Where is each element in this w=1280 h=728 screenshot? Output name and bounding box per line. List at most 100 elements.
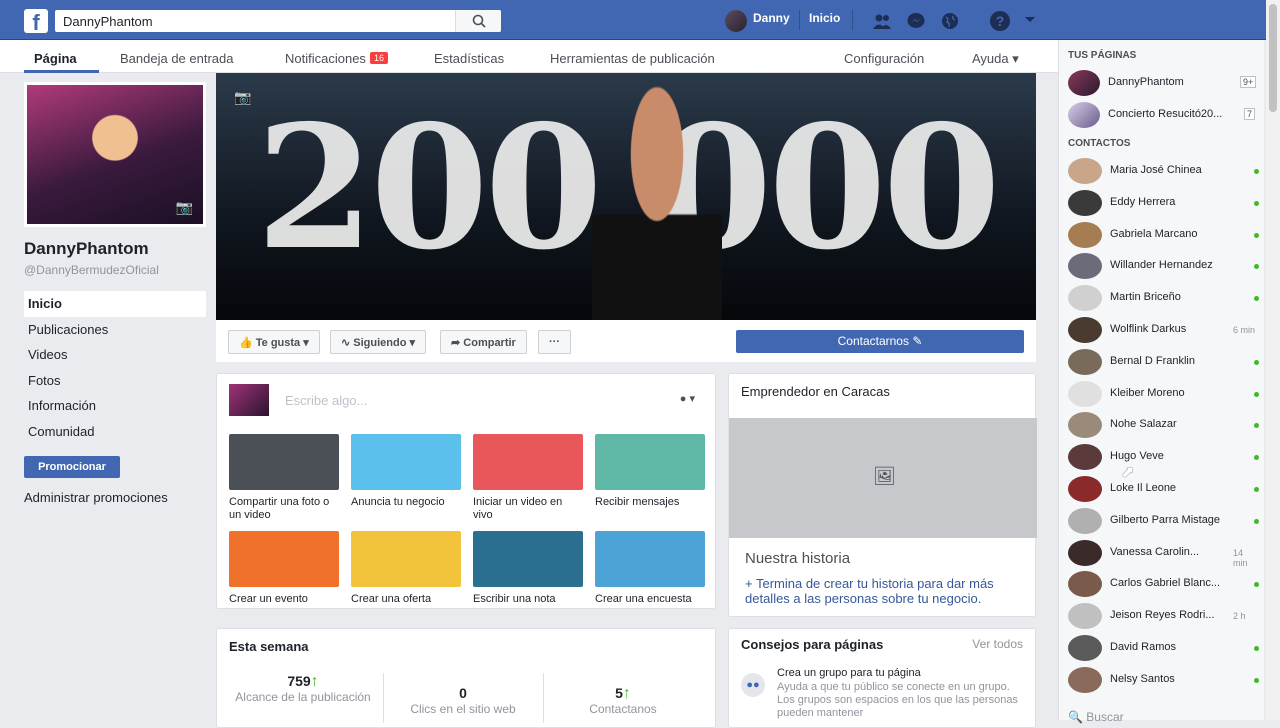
like-button[interactable]: 👍 Te gusta ▾ [228, 330, 320, 354]
contact-item[interactable]: David Ramos [1068, 635, 1259, 661]
contact-item[interactable]: Nelsy Santos [1068, 666, 1259, 693]
add-photo-area[interactable]: 🖼 [729, 418, 1037, 538]
search-button[interactable] [455, 10, 501, 32]
story-link[interactable]: + Termina de crear tu historia para dar … [745, 576, 1025, 606]
page-username[interactable]: @DannyBermudezOficial [24, 263, 206, 277]
composer-tile[interactable]: Compartir una foto o un video [229, 434, 339, 522]
nav-item-videos[interactable]: Videos [24, 342, 206, 368]
globe-icon[interactable] [940, 12, 960, 30]
user-avatar[interactable] [725, 10, 747, 32]
composer-tile[interactable]: Anuncia tu negocio [351, 434, 461, 509]
caret-down-icon[interactable] [1020, 13, 1040, 31]
composer-tile[interactable]: Crear una encuesta [595, 531, 705, 606]
chat-search-input[interactable]: 🔍 Buscar [1068, 710, 1124, 724]
profile-link[interactable]: Danny [753, 11, 790, 25]
composer-tile[interactable]: Iniciar un video en vivo [473, 434, 583, 522]
arrow-up-icon: ↑ [310, 673, 319, 690]
stat-contacts[interactable]: 5↑ Contactanos [543, 685, 703, 715]
friends-icon[interactable] [872, 12, 892, 30]
business-info-card: Emprendedor en Caracas 🖼 Nuestra histori… [728, 373, 1037, 617]
help-icon[interactable]: ? [990, 11, 1010, 31]
page-tips-card: Consejos para páginas Ver todos ●● Crea … [728, 628, 1036, 728]
contact-item[interactable]: Loke Il Leone [1068, 476, 1259, 502]
online-status-icon [1254, 487, 1259, 492]
page-item[interactable]: DannyPhantom 9+ [1068, 70, 1258, 96]
contact-item[interactable]: Wolflink Darkus 6 min [1068, 317, 1258, 343]
manage-promotions-link[interactable]: Administrar promociones [24, 490, 206, 505]
page-name[interactable]: DannyPhantom [24, 239, 206, 259]
following-button[interactable]: ∿ Siguiendo ▾ [330, 330, 427, 354]
composer-tile[interactable]: Escribir una nota [473, 531, 583, 606]
composer-input[interactable]: Escribe algo... [285, 393, 367, 408]
tab-bandeja[interactable]: Bandeja de entrada [120, 51, 233, 66]
audience-selector[interactable]: ● ▾ [680, 392, 695, 405]
page-scrollbar[interactable] [1266, 0, 1280, 720]
contact-item[interactable]: Bernal D Franklin [1068, 348, 1259, 375]
tab-configuracion[interactable]: Configuración [844, 51, 924, 66]
tile-illustration [229, 531, 339, 587]
avatar [1068, 444, 1102, 471]
contact-item[interactable]: Gabriela Marcano [1068, 221, 1259, 248]
nav-item-informacion[interactable]: Información [24, 393, 206, 419]
contact-item[interactable]: Nohe Salazar [1068, 412, 1259, 439]
cover-photo[interactable]: 200.000 📷 [216, 73, 1036, 320]
nav-item-fotos[interactable]: Fotos [24, 368, 206, 394]
composer-tile[interactable]: Crear un evento [229, 531, 339, 606]
page-name: DannyPhantom [1108, 76, 1184, 88]
following-label: Siguiendo [353, 337, 407, 349]
tip-title[interactable]: Crea un grupo para tu página [777, 667, 921, 679]
contact-name: Nelsy Santos [1110, 672, 1175, 685]
facebook-logo[interactable]: f [24, 9, 48, 33]
contact-item[interactable]: Eddy Herrera [1068, 189, 1259, 216]
contact-item[interactable]: Martin Briceño [1068, 285, 1259, 312]
contact-item[interactable]: Jeison Reyes Rodri... 2 h [1068, 603, 1258, 630]
tab-pagina[interactable]: Página [34, 51, 77, 66]
contact-us-button[interactable]: Contactarnos ✎ [736, 330, 1024, 353]
messenger-icon[interactable] [906, 12, 926, 30]
online-status-icon [1254, 359, 1259, 365]
business-category[interactable]: Emprendedor en Caracas [741, 384, 890, 399]
see-all-link[interactable]: Ver todos [972, 637, 1023, 651]
online-status-icon [1254, 423, 1259, 429]
stat-label: Clics en el sitio web [410, 702, 516, 716]
avatar [1068, 285, 1102, 312]
stat-reach[interactable]: 759↑ Alcance de la publicación [223, 673, 383, 703]
home-link[interactable]: Inicio [809, 11, 840, 25]
page-item[interactable]: Concierto Resucitó20... 7 [1068, 102, 1258, 128]
nav-item-inicio[interactable]: Inicio [24, 291, 206, 317]
more-options-button[interactable]: ··· [538, 330, 571, 354]
tab-ayuda[interactable]: Ayuda ▾ [972, 51, 1019, 67]
share-button[interactable]: ➦ Compartir [440, 330, 527, 354]
profile-picture[interactable]: 📷 [24, 82, 206, 227]
search-input[interactable]: DannyPhantom [55, 10, 501, 32]
camera-icon[interactable]: 📷 [234, 89, 251, 106]
tab-estadisticas[interactable]: Estadísticas [434, 51, 504, 66]
camera-icon[interactable]: 📷 [176, 199, 193, 216]
tab-notificaciones[interactable]: Notificaciones 16 [285, 51, 388, 66]
stat-value: 0 [459, 685, 467, 701]
divider [799, 10, 800, 30]
tab-herramientas[interactable]: Herramientas de publicación [550, 51, 715, 66]
active-tab-underline [24, 70, 99, 73]
contact-item[interactable]: Carlos Gabriel Blanc... [1068, 571, 1259, 598]
nav-item-comunidad[interactable]: Comunidad [24, 419, 206, 445]
avatar [1068, 189, 1102, 216]
right-sidebar: TUS PÁGINAS DannyPhantom 9+ Concierto Re… [1058, 40, 1264, 724]
contact-item[interactable]: Kleiber Moreno [1068, 380, 1259, 407]
promote-button[interactable]: Promocionar [24, 456, 120, 478]
nav-item-publicaciones[interactable]: Publicaciones [24, 317, 206, 343]
scrollbar-thumb[interactable] [1269, 4, 1277, 112]
contact-item[interactable]: Maria José Chinea [1068, 158, 1259, 184]
contact-item[interactable]: Gilberto Parra Mistage [1068, 507, 1259, 534]
avatar [1068, 603, 1102, 630]
contact-name: Jeison Reyes Rodri... [1110, 609, 1215, 622]
contact-item[interactable]: Willander Hernandez [1068, 253, 1259, 280]
page-avatar [229, 384, 269, 416]
contact-item[interactable]: Vanessa Carolin... 14 min [1068, 539, 1258, 568]
contact-item[interactable]: Hugo Veve [1068, 444, 1259, 471]
composer-tile[interactable]: Crear una oferta [351, 531, 461, 606]
contact-name: Gilberto Parra Mistage [1110, 513, 1221, 526]
stat-clicks[interactable]: 0 Clics en el sitio web [383, 685, 543, 715]
composer-tile[interactable]: Recibir mensajes [595, 434, 705, 509]
stat-value: 759 [287, 673, 311, 689]
